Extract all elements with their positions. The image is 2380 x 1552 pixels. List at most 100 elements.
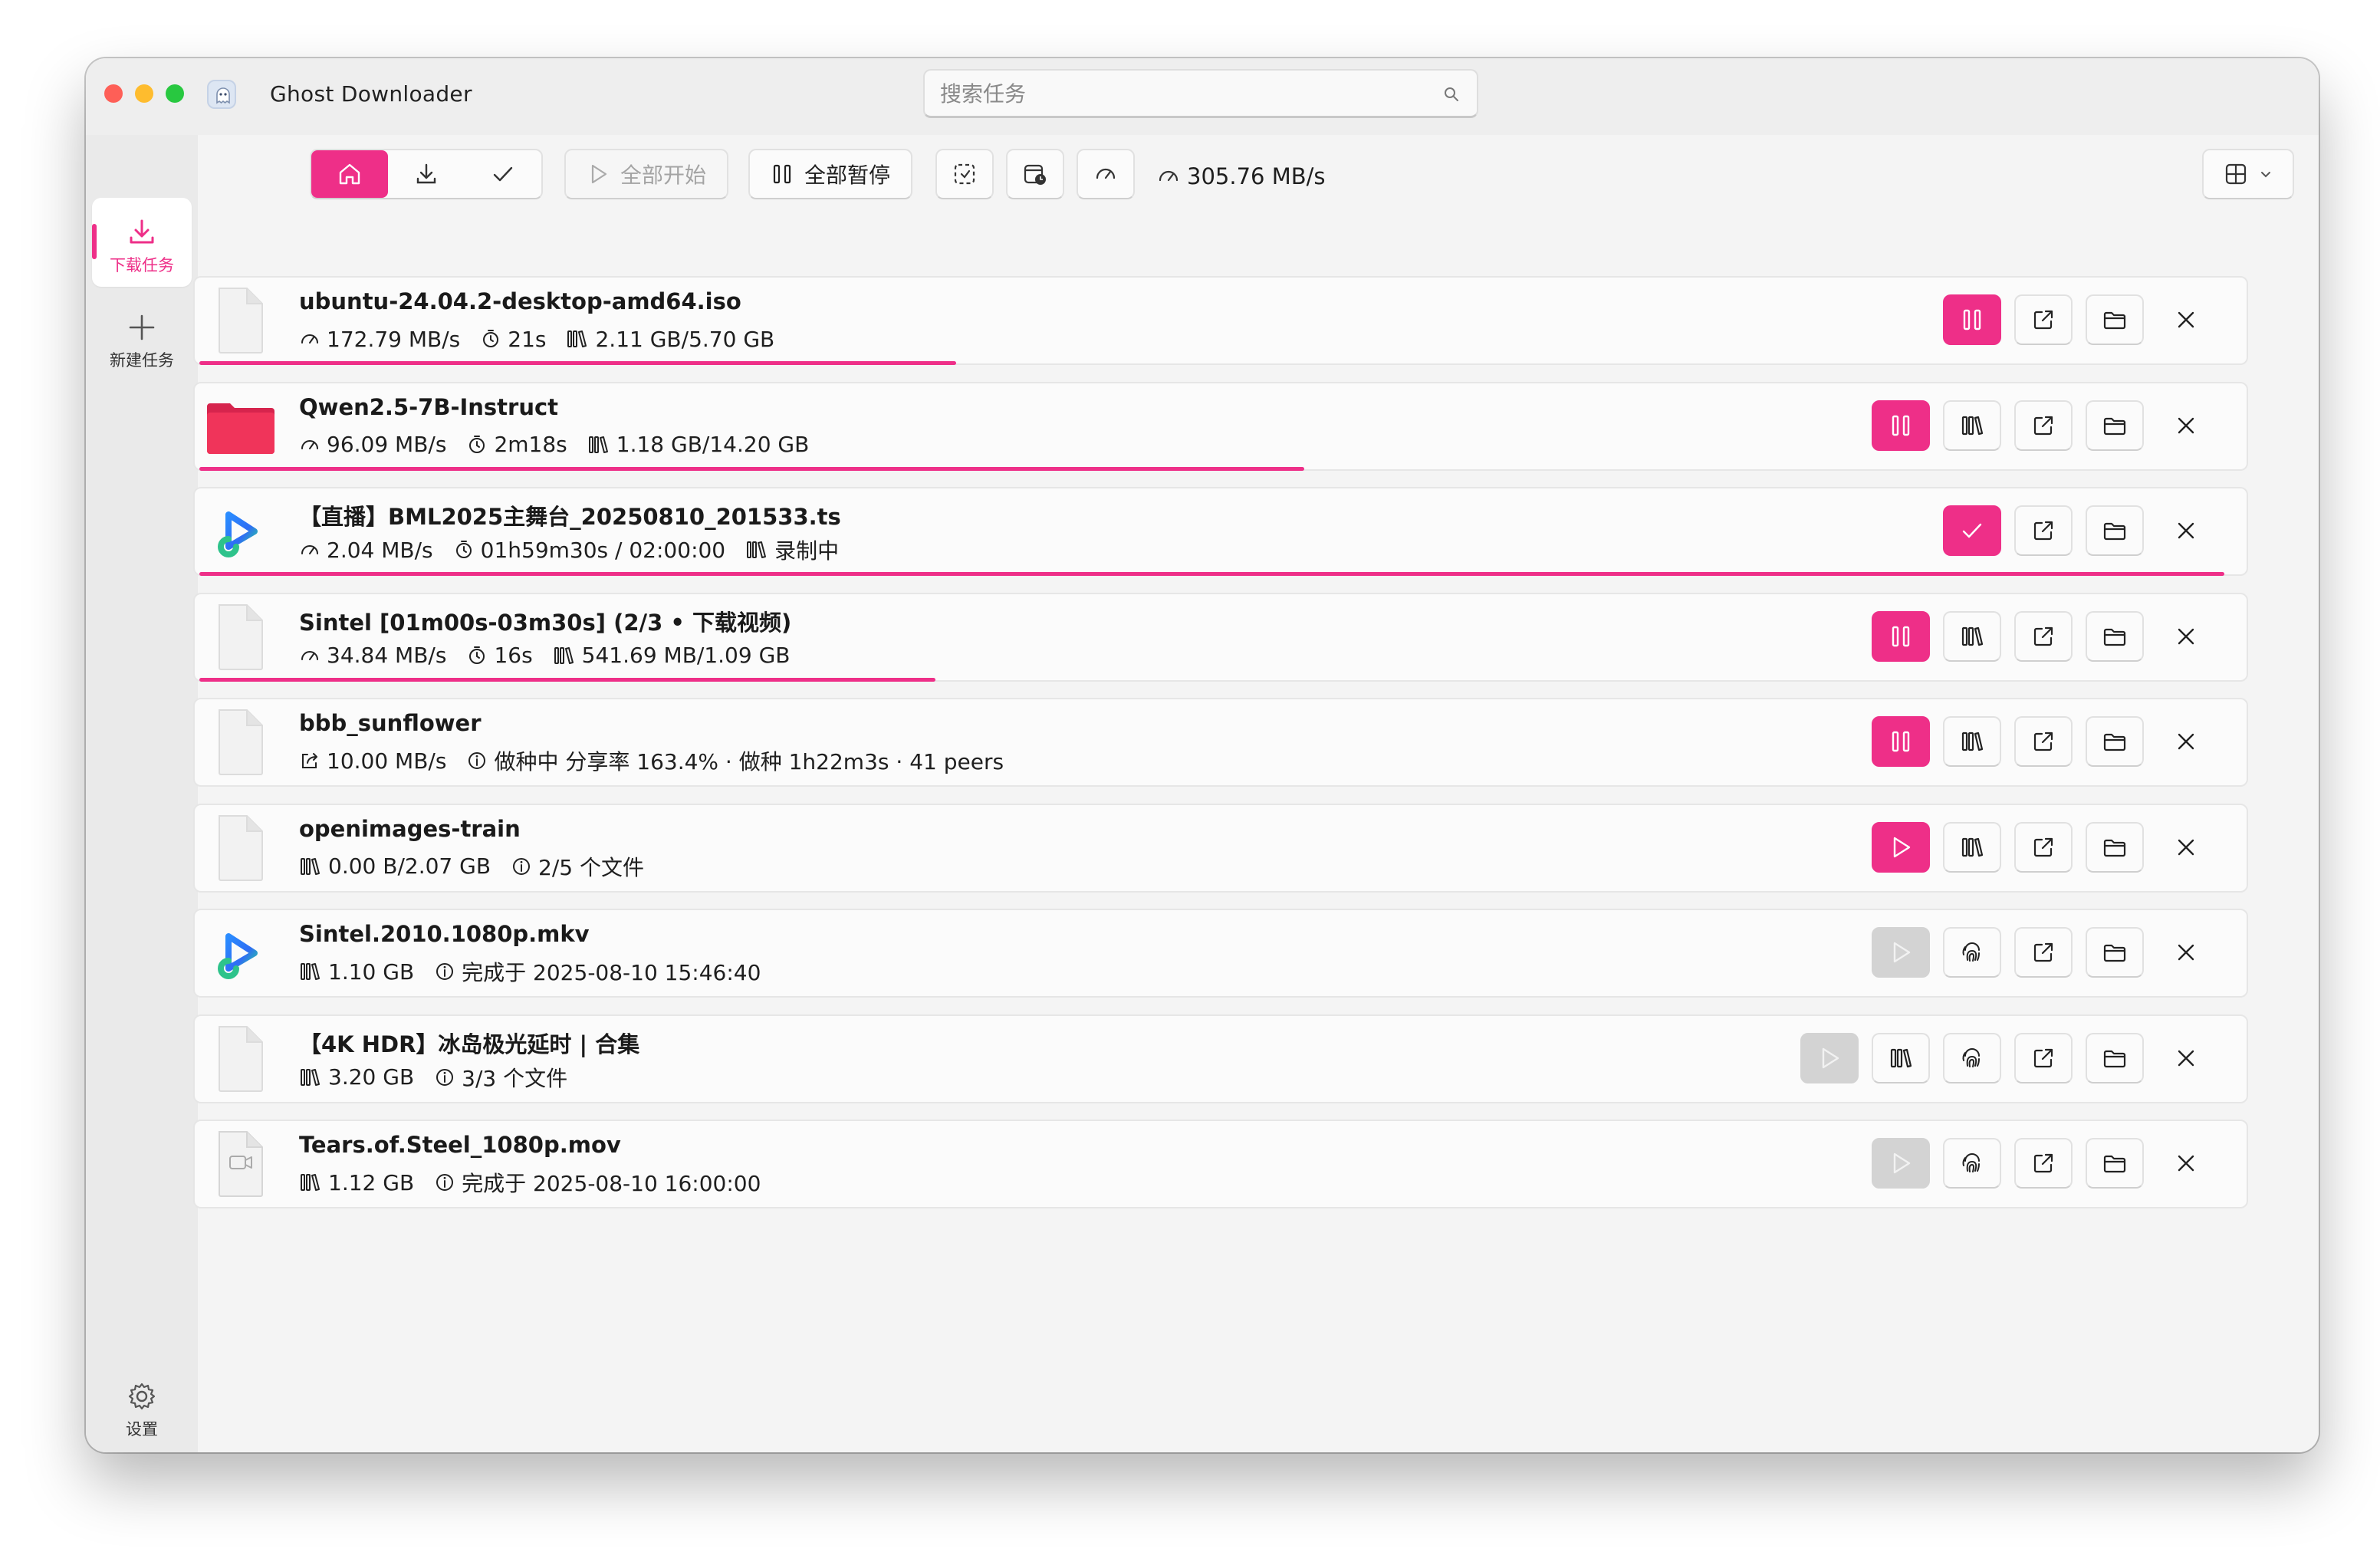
- search-box[interactable]: [923, 69, 1478, 118]
- start-all-label: 全部开始: [620, 163, 706, 188]
- speed-icon: [299, 434, 321, 455]
- task-progress-bar: [199, 466, 1304, 471]
- layout-grid-icon: [2225, 163, 2247, 185]
- minimize-window-button[interactable]: [135, 84, 153, 103]
- start-button[interactable]: [1872, 821, 1930, 873]
- pause-button[interactable]: [1872, 716, 1930, 767]
- file-list-button[interactable]: [1943, 716, 2001, 767]
- task-name: 【4K HDR】冰岛极光延时 | 合集: [299, 1031, 640, 1057]
- file-icon: [219, 603, 263, 670]
- complete-button[interactable]: [1943, 505, 2001, 556]
- task-row[interactable]: ubuntu-24.04.2-desktop-amd64.iso 172.79 M…: [193, 276, 2248, 365]
- timer-icon: [480, 328, 501, 350]
- open-folder-button[interactable]: [2086, 294, 2144, 345]
- pause-button[interactable]: [1943, 294, 2001, 345]
- play-button[interactable]: [1872, 1138, 1930, 1189]
- speed-limit-button[interactable]: [1077, 149, 1135, 199]
- delete-task-button[interactable]: [2157, 294, 2215, 345]
- close-window-button[interactable]: [104, 84, 123, 103]
- download-icon: [130, 219, 154, 244]
- library-icon: [299, 1067, 322, 1088]
- task-row[interactable]: Tears.of.Steel_1080p.mov 1.12 GB 完成于 2025-…: [193, 1120, 2248, 1208]
- delete-task-button[interactable]: [2157, 716, 2215, 767]
- delete-task-button[interactable]: [2157, 822, 2215, 873]
- task-row[interactable]: bbb_sunflower 10.00 MB/s 做种中 分享率 163.4% · …: [193, 698, 2248, 787]
- open-file-button[interactable]: [2014, 400, 2073, 451]
- open-external-icon: [2033, 942, 2053, 962]
- open-file-button[interactable]: [2014, 1138, 2073, 1189]
- task-info-text: 1.10 GB: [328, 958, 415, 985]
- open-folder-button[interactable]: [2086, 610, 2144, 662]
- open-folder-button[interactable]: [2086, 927, 2144, 978]
- library-icon: [1961, 732, 1984, 751]
- task-row[interactable]: openimages-train 0.00 B/2.07 GB 2/5 个文件: [193, 803, 2248, 893]
- play-button[interactable]: [1872, 927, 1930, 978]
- sidebar-item-settings[interactable]: 设置: [92, 1362, 192, 1451]
- task-row[interactable]: 【4K HDR】冰岛极光延时 | 合集 3.20 GB 3/3 个文件: [193, 1014, 2248, 1103]
- open-file-button[interactable]: [2014, 821, 2073, 873]
- verify-hash-button[interactable]: [1943, 927, 2001, 978]
- delete-task-button[interactable]: [2157, 611, 2215, 662]
- search-icon[interactable]: [1443, 86, 1460, 103]
- schedule-button[interactable]: [1006, 149, 1064, 199]
- file-list-button[interactable]: [1872, 1032, 1930, 1083]
- task-info: 2.04 MB/s 01h59m30s / 02:00:00 录制中: [299, 534, 839, 565]
- open-file-button[interactable]: [2014, 294, 2073, 345]
- timer-icon: [453, 539, 475, 561]
- delete-task-button[interactable]: [2157, 1138, 2215, 1189]
- sidebar-item-download-tasks[interactable]: 下载任务: [92, 198, 192, 287]
- file-list-button[interactable]: [1943, 400, 2001, 451]
- delete-task-button[interactable]: [2157, 505, 2215, 556]
- open-file-button[interactable]: [2014, 716, 2073, 767]
- task-row[interactable]: 【直播】BML2025主舞台_20250810_201533.ts 2.04 MB…: [193, 487, 2248, 576]
- active-indicator: [92, 224, 97, 259]
- play-icon: [1893, 837, 1911, 857]
- open-file-button[interactable]: [2014, 927, 2073, 978]
- pause-button[interactable]: [1872, 610, 1930, 662]
- task-row[interactable]: Sintel.2010.1080p.mkv 1.10 GB 完成于 2025-08-…: [193, 909, 2248, 998]
- speed-icon: [299, 328, 321, 350]
- verify-hash-button[interactable]: [1943, 1032, 2001, 1083]
- task-name: 【直播】BML2025主舞台_20250810_201533.ts: [299, 504, 841, 530]
- search-input[interactable]: [940, 78, 1415, 109]
- open-folder-button[interactable]: [2086, 1138, 2144, 1189]
- open-folder-button[interactable]: [2086, 505, 2144, 556]
- filter-completed-button[interactable]: [465, 150, 541, 198]
- app-window: Ghost Downloader 下载任务 新建任务 设置: [86, 58, 2319, 1452]
- open-file-button[interactable]: [2014, 505, 2073, 556]
- view-layout-button[interactable]: [2202, 149, 2294, 199]
- task-row[interactable]: Qwen2.5-7B-Instruct 96.09 MB/s 2m18s 1.18 G…: [193, 381, 2248, 471]
- pause-icon: [1892, 415, 1910, 436]
- file-list-button[interactable]: [1943, 610, 2001, 662]
- verify-hash-button[interactable]: [1943, 1138, 2001, 1189]
- delete-task-button[interactable]: [2157, 927, 2215, 978]
- pause-all-button[interactable]: 全部暂停: [748, 149, 912, 199]
- folder-icon: [2103, 628, 2126, 646]
- filter-downloading-button[interactable]: [388, 150, 465, 198]
- open-file-button[interactable]: [2014, 610, 2073, 662]
- filter-all-button[interactable]: [311, 150, 388, 198]
- delete-task-button[interactable]: [2157, 400, 2215, 451]
- task-file-icon: [212, 1129, 270, 1199]
- task-row[interactable]: Sintel [01m00s-03m30s] (2/3 • 下载视频) 34.84…: [193, 592, 2248, 682]
- task-name: bbb_sunflower: [299, 710, 482, 736]
- task-actions: [1943, 505, 2228, 559]
- file-list-button[interactable]: [1943, 821, 2001, 873]
- open-folder-button[interactable]: [2086, 1032, 2144, 1083]
- speed-icon: [299, 539, 321, 561]
- library-icon: [1890, 1048, 1912, 1067]
- calendar-clock-icon: [1024, 164, 1046, 185]
- open-file-button[interactable]: [2014, 1032, 2073, 1083]
- start-all-button[interactable]: 全部开始: [564, 149, 728, 199]
- sidebar-item-new-task[interactable]: 新建任务: [92, 293, 192, 382]
- select-button[interactable]: [935, 149, 994, 199]
- zoom-window-button[interactable]: [166, 84, 184, 103]
- open-folder-button[interactable]: [2086, 716, 2144, 767]
- delete-task-button[interactable]: [2157, 1033, 2215, 1083]
- open-folder-button[interactable]: [2086, 400, 2144, 451]
- pause-button[interactable]: [1872, 400, 1930, 451]
- open-folder-button[interactable]: [2086, 821, 2144, 873]
- play-button[interactable]: [1800, 1032, 1859, 1083]
- task-info-text: 2.04 MB/s: [327, 537, 433, 563]
- timer-icon: [466, 434, 488, 455]
